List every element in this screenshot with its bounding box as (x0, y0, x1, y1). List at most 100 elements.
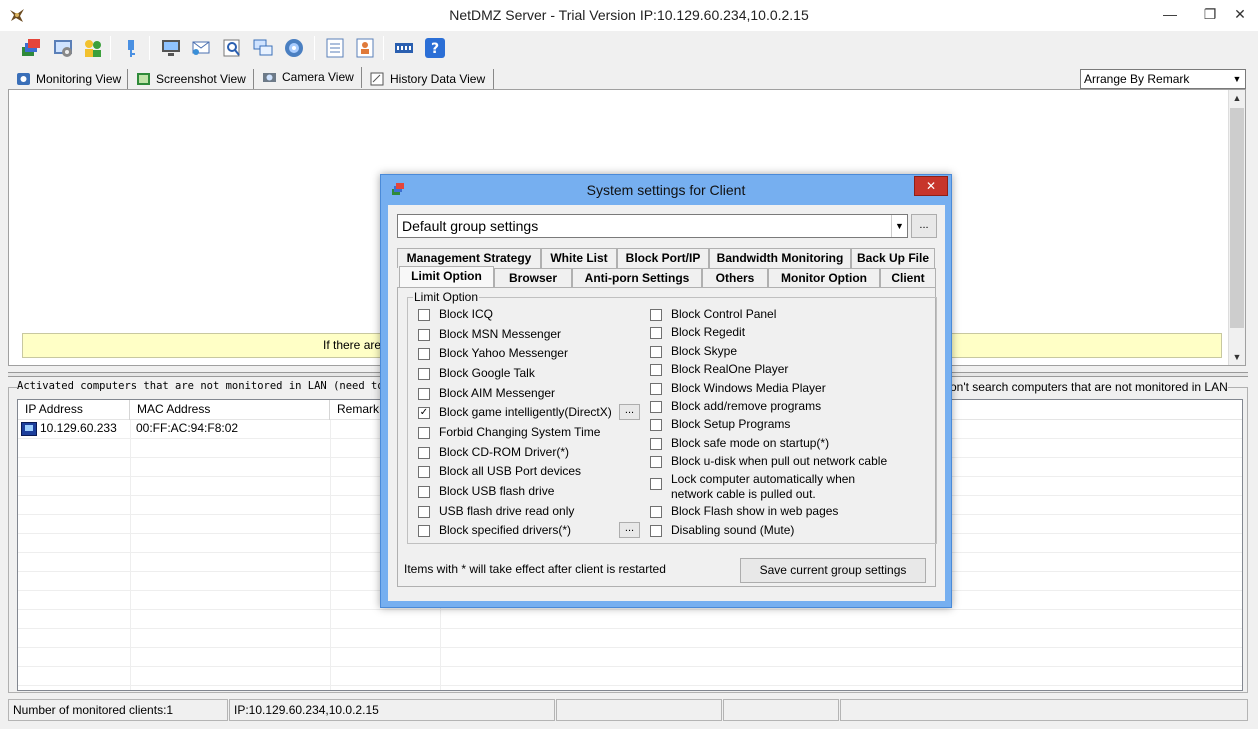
checkbox[interactable] (418, 368, 430, 380)
save-group-settings-button[interactable]: Save current group settings (740, 558, 926, 583)
option-label: Block CD-ROM Driver(*) (439, 445, 569, 459)
group-browse-button[interactable]: ... (911, 214, 937, 238)
column-mac-address[interactable]: MAC Address (130, 400, 330, 420)
option-label: Block all USB Port devices (439, 464, 582, 478)
settings-icon[interactable] (52, 37, 74, 59)
option-label: Block RealOne Player (671, 362, 789, 376)
checkbox[interactable] (650, 346, 662, 358)
checkbox[interactable] (650, 438, 662, 450)
tab-camera-view[interactable]: Camera View (256, 67, 362, 88)
message-icon[interactable] (190, 37, 212, 59)
groups-icon[interactable] (20, 37, 42, 59)
check-block-realone[interactable]: Block RealOne Player (650, 361, 788, 379)
check-block-usb-flash[interactable]: Block USB flash drive (418, 483, 554, 501)
checkbox[interactable] (418, 525, 430, 537)
scroll-down-icon[interactable]: ▼ (1229, 349, 1245, 365)
checkbox[interactable] (650, 364, 662, 376)
check-block-cdrom[interactable]: Block CD-ROM Driver(*) (418, 444, 569, 462)
tab-white-list[interactable]: White List (541, 248, 617, 268)
check-forbid-time[interactable]: Forbid Changing System Time (418, 424, 600, 442)
check-block-wmp[interactable]: Block Windows Media Player (650, 380, 826, 398)
check-block-regedit[interactable]: Block Regedit (650, 324, 745, 342)
tab-limit-option[interactable]: Limit Option (399, 266, 494, 288)
monitor-icon[interactable] (160, 37, 182, 59)
check-block-safe-mode[interactable]: Block safe mode on startup(*) (650, 435, 829, 453)
game-settings-button[interactable]: ... (619, 404, 640, 420)
tab-bandwidth-monitoring[interactable]: Bandwidth Monitoring (709, 248, 851, 268)
limit-option-page: Limit Option Block ICQ Block MSN Messeng… (397, 287, 937, 587)
checkbox[interactable] (418, 427, 430, 439)
check-block-control-panel[interactable]: Block Control Panel (650, 306, 776, 324)
checkbox[interactable] (418, 388, 430, 400)
arrange-select[interactable]: Arrange By Remark ▼ (1080, 69, 1246, 89)
report-icon[interactable] (324, 37, 346, 59)
checkbox[interactable] (418, 447, 430, 459)
vertical-scrollbar[interactable]: ▲ ▼ (1228, 90, 1245, 365)
checkbox[interactable] (418, 486, 430, 498)
tab-others[interactable]: Others (702, 268, 768, 288)
tab-label: Screenshot View (156, 72, 246, 86)
checkbox[interactable] (418, 348, 430, 360)
checkbox[interactable] (650, 383, 662, 395)
network-icon[interactable] (393, 37, 415, 59)
minimize-button[interactable]: — (1150, 0, 1190, 28)
help-icon[interactable]: ? (424, 37, 446, 59)
tab-monitoring-view[interactable]: Monitoring View (10, 69, 128, 90)
checkbox[interactable] (650, 401, 662, 413)
check-block-skype[interactable]: Block Skype (650, 343, 737, 361)
tab-screenshot-view[interactable]: Screenshot View (130, 69, 254, 90)
check-block-msn[interactable]: Block MSN Messenger (418, 326, 561, 344)
checkbox[interactable] (418, 466, 430, 478)
check-block-flash[interactable]: Block Flash show in web pages (650, 503, 838, 521)
tab-monitor-option[interactable]: Monitor Option (768, 268, 880, 288)
check-block-udisk[interactable]: Block u-disk when pull out network cable (650, 453, 887, 471)
checkbox[interactable] (418, 506, 430, 518)
check-block-game[interactable]: ✓ Block game intelligently(DirectX) (418, 404, 612, 422)
tab-back-up-file[interactable]: Back Up File (851, 248, 935, 268)
check-disable-sound[interactable]: Disabling sound (Mute) (650, 522, 794, 540)
checkbox[interactable] (650, 327, 662, 339)
tab-block-port-ip[interactable]: Block Port/IP (617, 248, 709, 268)
tab-management-strategy[interactable]: Management Strategy (397, 248, 541, 268)
users-icon[interactable] (82, 37, 104, 59)
checkbox-checked[interactable]: ✓ (418, 407, 430, 419)
group-select[interactable]: Default group settings ▼ (397, 214, 908, 238)
check-block-drivers[interactable]: Block specified drivers(*) (418, 522, 571, 540)
status-clients: Number of monitored clients:1 (8, 699, 228, 721)
scroll-up-icon[interactable]: ▲ (1229, 90, 1245, 106)
check-block-add-remove[interactable]: Block add/remove programs (650, 398, 821, 416)
dialog-close-button[interactable]: ✕ (914, 176, 948, 196)
search-icon[interactable] (221, 37, 243, 59)
disc-icon[interactable] (283, 37, 305, 59)
check-lock-computer[interactable]: Lock computer automatically when network… (650, 472, 880, 504)
checkbox[interactable] (650, 309, 662, 321)
search-option-caption[interactable]: on't search computers that are not monit… (950, 380, 1228, 394)
check-block-google-talk[interactable]: Block Google Talk (418, 365, 535, 383)
checkbox[interactable] (650, 456, 662, 468)
tab-history-data-view[interactable]: History Data View (364, 69, 494, 90)
check-block-aim[interactable]: Block AIM Messenger (418, 385, 555, 403)
check-block-usb-ports[interactable]: Block all USB Port devices (418, 463, 581, 481)
user-report-icon[interactable] (354, 37, 376, 59)
tab-anti-porn-settings[interactable]: Anti-porn Settings (572, 268, 702, 288)
check-block-yahoo[interactable]: Block Yahoo Messenger (418, 345, 568, 363)
chat-icon[interactable] (252, 37, 274, 59)
checkbox[interactable] (650, 525, 662, 537)
checkbox[interactable] (418, 309, 430, 321)
scroll-thumb[interactable] (1230, 108, 1244, 328)
checkbox[interactable] (650, 419, 662, 431)
checkbox[interactable] (650, 506, 662, 518)
checkbox[interactable] (650, 478, 662, 490)
column-ip-address[interactable]: IP Address (18, 400, 130, 420)
check-block-icq[interactable]: Block ICQ (418, 306, 493, 324)
tab-client[interactable]: Client (880, 268, 936, 288)
option-label: Block USB flash drive (439, 484, 555, 498)
close-button[interactable]: ✕ (1222, 0, 1258, 28)
key-icon[interactable] (120, 37, 142, 59)
tab-browser[interactable]: Browser (494, 268, 572, 288)
check-usb-read-only[interactable]: USB flash drive read only (418, 503, 574, 521)
option-label: Block u-disk when pull out network cable (671, 454, 888, 468)
check-block-setup[interactable]: Block Setup Programs (650, 416, 790, 434)
drivers-settings-button[interactable]: ... (619, 522, 640, 538)
checkbox[interactable] (418, 329, 430, 341)
